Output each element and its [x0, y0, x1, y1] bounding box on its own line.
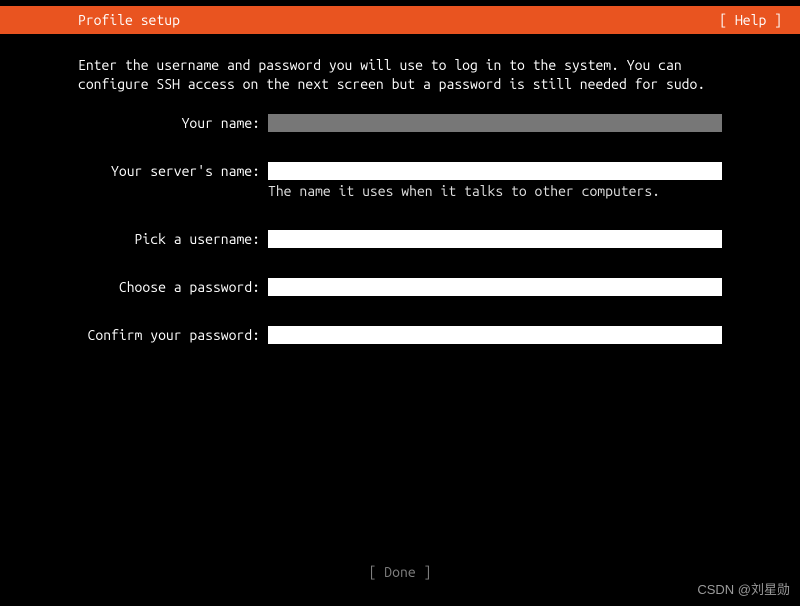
form-row-username: Pick a username: [78, 230, 722, 248]
page-title: Profile setup [78, 12, 180, 28]
hint-server: The name it uses when it talks to other … [268, 182, 722, 200]
instructions-text: Enter the username and password you will… [78, 56, 722, 94]
form-row-server: Your server's name: The name it uses whe… [78, 162, 722, 200]
header-bar: Profile setup [ Help ] [0, 6, 800, 34]
label-username: Pick a username: [78, 230, 268, 248]
label-name: Your name: [78, 114, 268, 132]
label-server: Your server's name: [78, 162, 268, 180]
footer: [ Done ] [0, 564, 800, 580]
label-confirm: Confirm your password: [78, 326, 268, 344]
form-row-password: Choose a password: [78, 278, 722, 296]
input-server[interactable] [268, 162, 722, 180]
content-area: Enter the username and password you will… [0, 34, 800, 344]
watermark: CSDN @刘星勋 [697, 579, 790, 598]
help-button[interactable]: [ Help ] [719, 12, 782, 28]
label-password: Choose a password: [78, 278, 268, 296]
form-row-confirm: Confirm your password: [78, 326, 722, 344]
input-username[interactable] [268, 230, 722, 248]
input-name[interactable] [268, 114, 722, 132]
input-confirm[interactable] [268, 326, 722, 344]
form-row-name: Your name: [78, 114, 722, 132]
input-password[interactable] [268, 278, 722, 296]
done-button[interactable]: [ Done ] [369, 564, 432, 580]
